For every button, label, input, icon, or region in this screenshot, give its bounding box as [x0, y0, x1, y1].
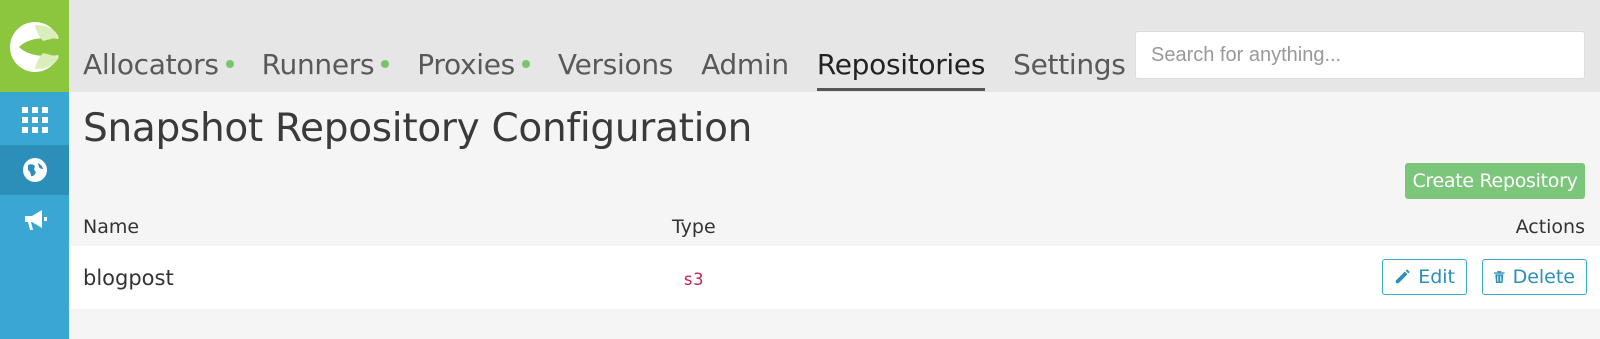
status-dot-icon — [381, 60, 390, 68]
column-header-type: Type — [672, 216, 716, 238]
repository-name: blogpost — [83, 266, 174, 290]
nav-allocators[interactable]: Allocators — [83, 45, 234, 91]
nav-settings[interactable]: Settings — [1013, 45, 1126, 91]
nav-admin[interactable]: Admin — [701, 45, 789, 91]
logo[interactable] — [0, 0, 69, 92]
main-nav: Allocators Runners Proxies Versions Admi… — [83, 45, 1154, 91]
page-title: Snapshot Repository Configuration — [83, 106, 753, 151]
search-input[interactable] — [1135, 31, 1585, 79]
apps-grid-icon — [21, 107, 48, 133]
sidebar — [0, 0, 69, 339]
side-apps[interactable] — [0, 95, 69, 145]
repository-type: s3 — [683, 270, 704, 290]
globe-icon — [22, 158, 47, 182]
elastic-cloud-logo-icon — [10, 22, 61, 72]
side-announce[interactable] — [0, 195, 69, 245]
pencil-icon — [1395, 269, 1410, 284]
side-globe[interactable] — [0, 145, 69, 195]
nav-repositories[interactable]: Repositories — [816, 45, 986, 91]
column-header-name: Name — [83, 216, 140, 238]
delete-label: Delete — [1512, 266, 1575, 288]
nav-proxies[interactable]: Proxies — [417, 45, 530, 91]
column-header-actions: Actions — [1515, 216, 1585, 238]
delete-button[interactable]: Delete — [1482, 259, 1587, 295]
edit-label: Edit — [1418, 266, 1455, 288]
megaphone-icon — [24, 210, 47, 230]
status-dot-icon — [521, 60, 530, 68]
nav-versions[interactable]: Versions — [558, 45, 673, 91]
create-repository-button[interactable]: Create Repository — [1405, 163, 1585, 199]
edit-button[interactable]: Edit — [1382, 259, 1467, 295]
nav-runners[interactable]: Runners — [262, 45, 390, 91]
table-row: blogpost s3 Edit Delete — [69, 246, 1600, 309]
trash-icon — [1494, 271, 1505, 283]
status-dot-icon — [225, 60, 234, 68]
